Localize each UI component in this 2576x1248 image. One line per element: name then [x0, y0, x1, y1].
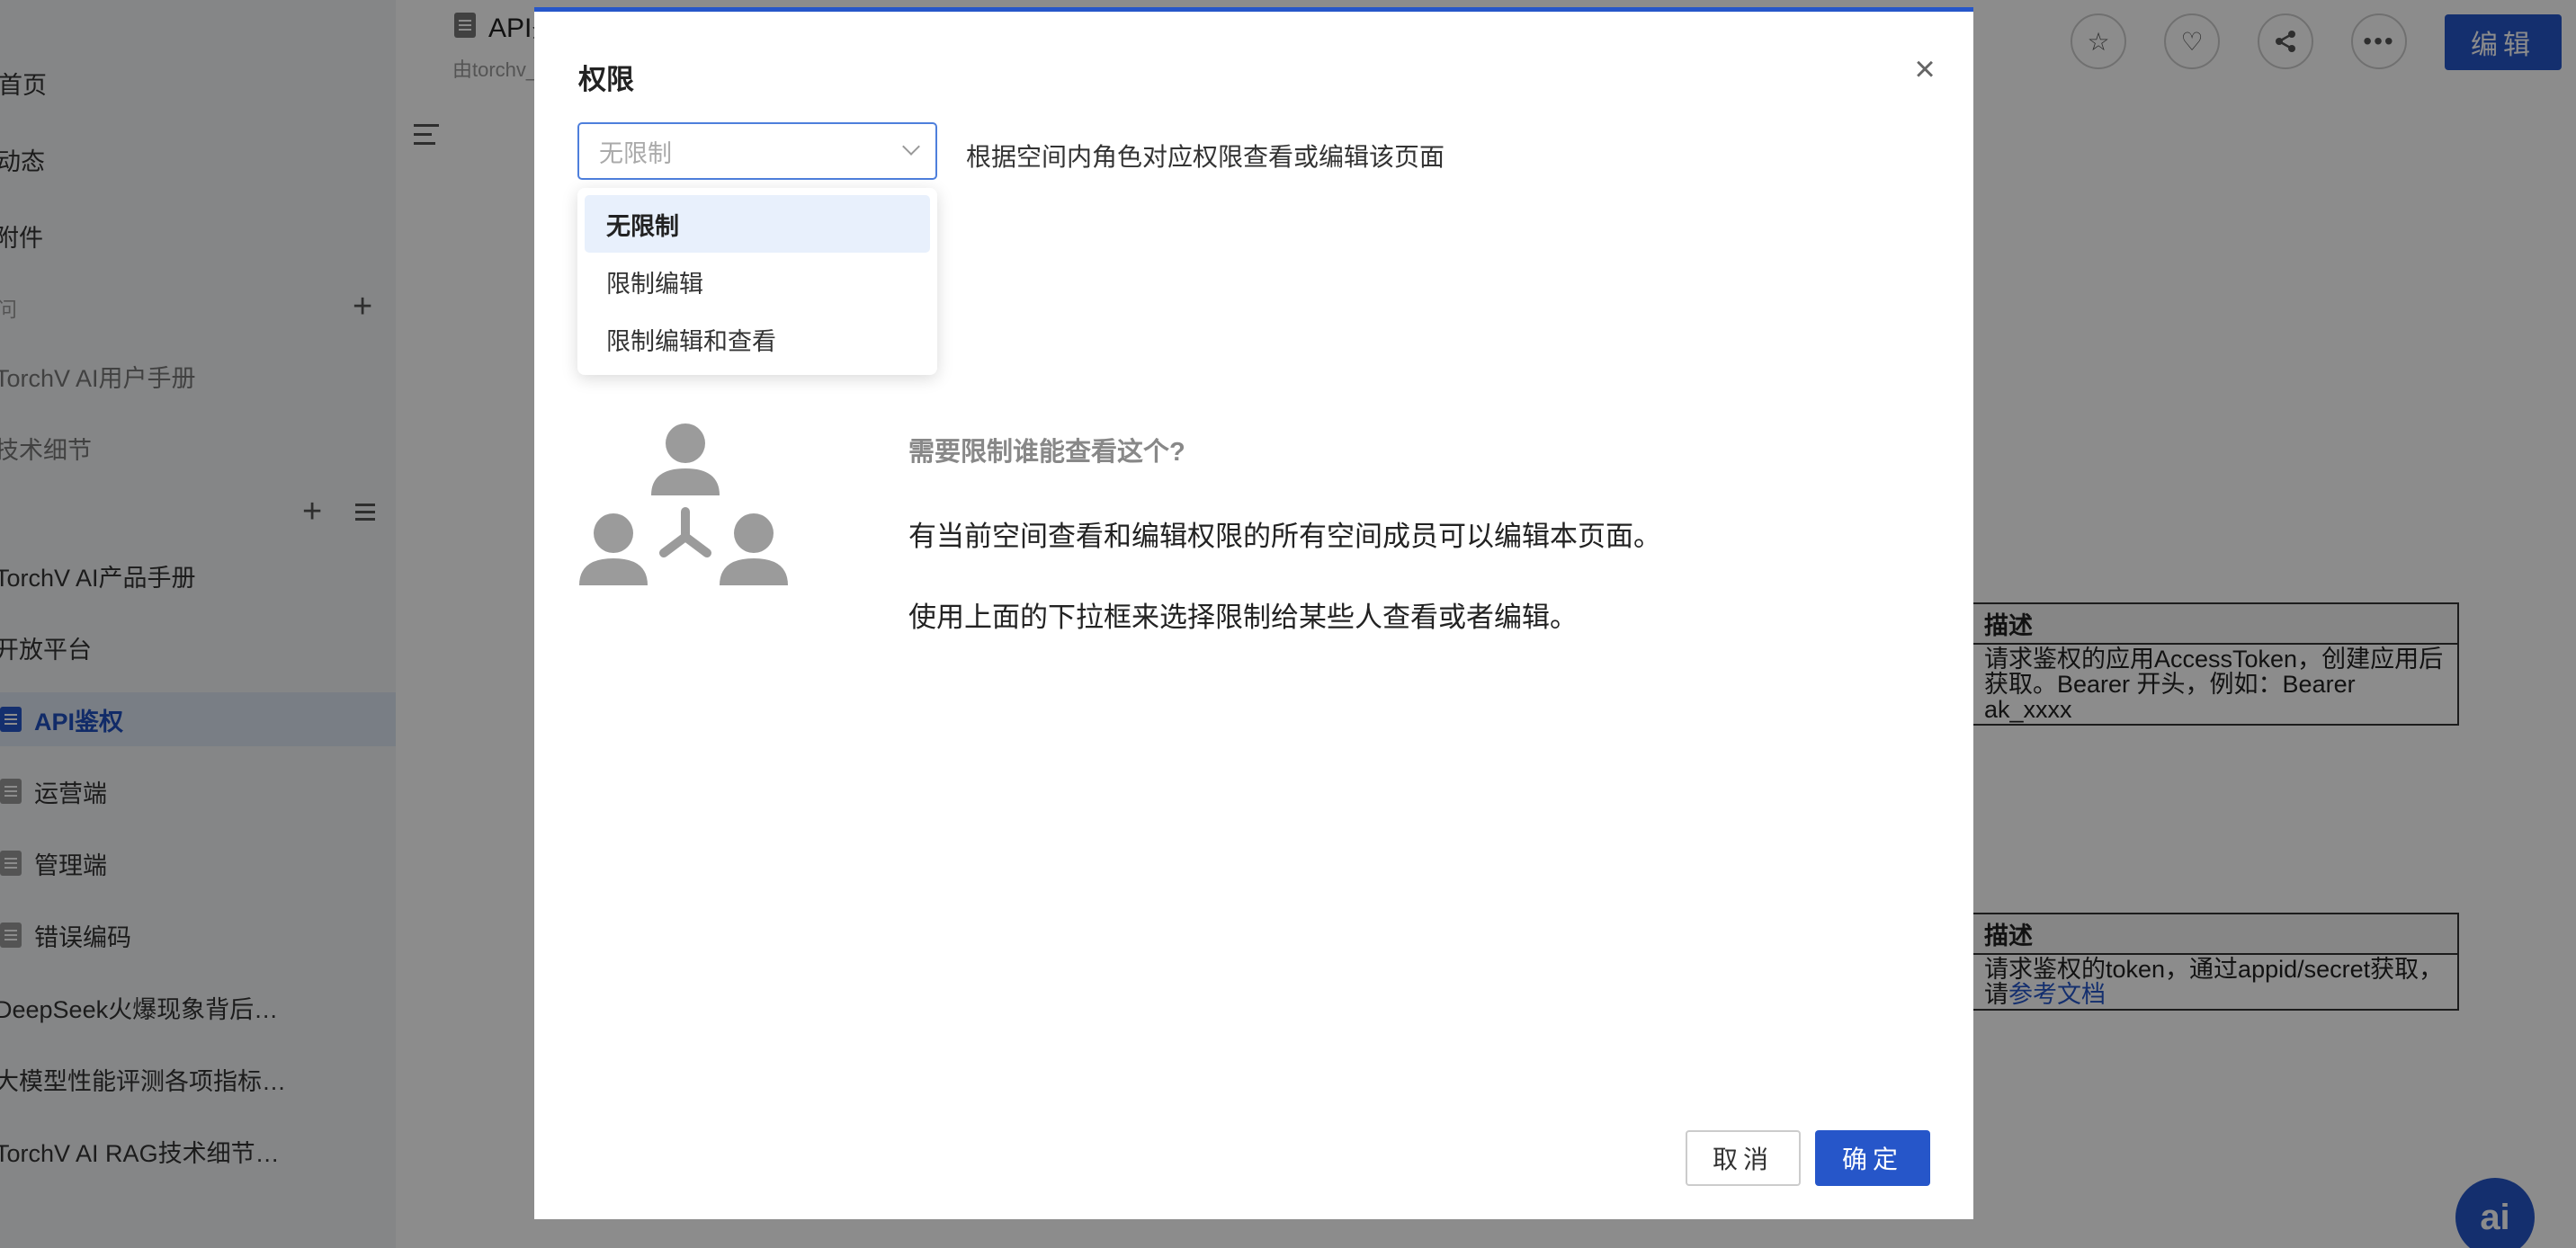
option-restrict-edit[interactable]: 限制编辑: [585, 253, 930, 310]
option-restrict-edit-view[interactable]: 限制编辑和查看: [585, 310, 930, 368]
info-text: 使用上面的下拉框来选择限制给某些人查看或者编辑。: [908, 602, 1578, 633]
chevron-down-icon: [902, 138, 920, 156]
permission-dropdown: 无限制 限制编辑 限制编辑和查看: [577, 188, 937, 375]
cancel-button[interactable]: 取消: [1686, 1130, 1801, 1186]
team-icon: [579, 423, 788, 585]
close-icon[interactable]: ×: [1907, 51, 1943, 87]
permission-dialog: 权限 × 无限制 根据空间内角色对应权限查看或编辑该页面 无限制 限制编辑 限制…: [534, 7, 1973, 1219]
info-text: 有当前空间查看和编辑权限的所有空间成员可以编辑本页面。: [908, 521, 1661, 552]
confirm-button[interactable]: 确定: [1815, 1130, 1930, 1186]
dialog-title: 权限: [578, 64, 634, 95]
select-placeholder: 无限制: [599, 139, 672, 167]
permission-select[interactable]: 无限制: [577, 122, 937, 180]
option-unrestricted[interactable]: 无限制: [585, 195, 930, 253]
select-hint: 根据空间内角色对应权限查看或编辑该页面: [966, 143, 1445, 171]
info-question: 需要限制谁能查看这个?: [908, 438, 1185, 467]
